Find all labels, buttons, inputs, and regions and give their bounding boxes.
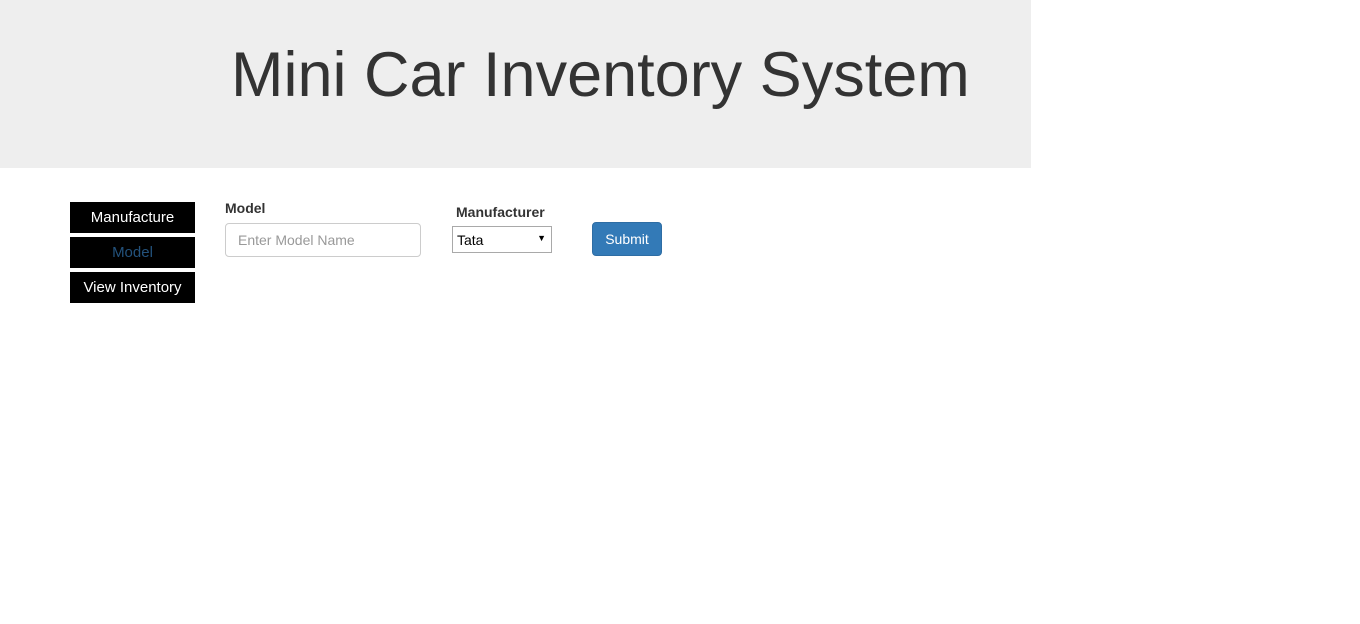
page-title: Mini Car Inventory System — [231, 40, 970, 110]
submit-button[interactable]: Submit — [592, 222, 662, 256]
nav-item-manufacture[interactable]: Manufacture — [70, 202, 195, 233]
nav-item-view-inventory[interactable]: View Inventory — [70, 272, 195, 303]
manufacturer-field-label: Manufacturer — [456, 204, 545, 220]
model-field-label: Model — [225, 200, 266, 216]
model-name-input[interactable] — [225, 223, 421, 257]
chevron-down-icon: ▼ — [537, 233, 546, 243]
manufacturer-selected-value: Tata — [457, 232, 484, 248]
manufacturer-select[interactable]: Tata ▼ — [452, 226, 552, 253]
nav-item-model[interactable]: Model — [70, 237, 195, 268]
page-header: Mini Car Inventory System — [0, 0, 1031, 168]
side-nav: Manufacture Model View Inventory — [70, 202, 195, 307]
